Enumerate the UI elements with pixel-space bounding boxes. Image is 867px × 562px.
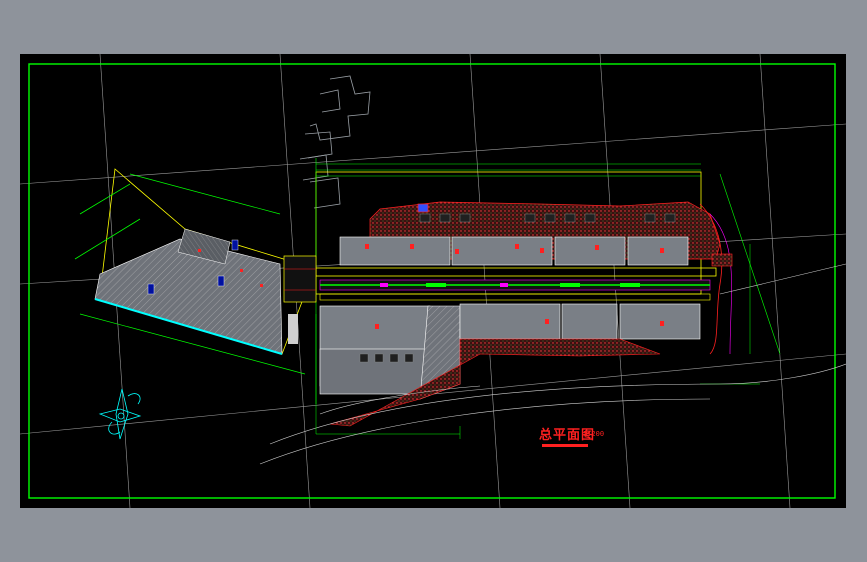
west-entrance-plaza <box>283 255 317 344</box>
north-arrow-icon <box>98 388 142 440</box>
south-buildings <box>319 303 701 427</box>
offsite-footprints <box>299 75 371 209</box>
north-tower-icon <box>417 203 429 213</box>
central-street <box>315 267 717 301</box>
site-plan-drawing <box>20 54 846 508</box>
drawing-scale: 1:200 <box>583 430 605 438</box>
north-row-buildings <box>339 236 689 266</box>
cad-viewport[interactable]: 总平面图 1:200 <box>20 54 846 508</box>
scale-bar <box>542 444 588 447</box>
east-landscape <box>699 173 846 385</box>
